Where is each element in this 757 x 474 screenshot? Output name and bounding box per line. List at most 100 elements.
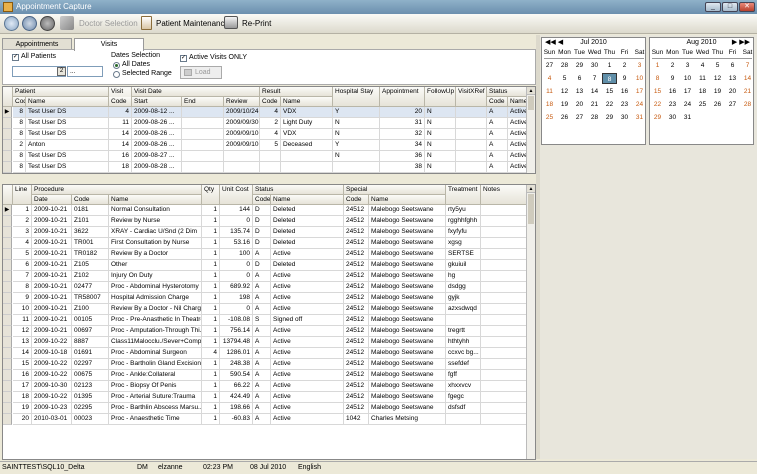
calendar-day[interactable]: 21 <box>587 99 602 110</box>
calendar-day[interactable]: 5 <box>557 73 572 84</box>
calendar-month[interactable]: Jul 2010 ◀◀ ◀ Sun Mon Tue Wed Thu Fri Sat 27 28 29 3… <box>541 37 646 145</box>
calendar-day[interactable]: 4 <box>695 60 710 71</box>
calendar-day[interactable]: 31 <box>632 112 647 123</box>
calendar-day[interactable]: 25 <box>695 99 710 110</box>
all-dates-radio[interactable] <box>113 62 120 69</box>
doctor-selection-button[interactable]: Doctor Selection <box>79 18 138 30</box>
calendar-day[interactable]: 7 <box>587 73 602 84</box>
row-indicator[interactable] <box>3 315 12 326</box>
tab-visits[interactable]: Visits <box>74 38 144 51</box>
calendar-day[interactable]: 15 <box>602 86 617 97</box>
calendar-day[interactable]: 18 <box>695 86 710 97</box>
calendar-day[interactable]: 12 <box>557 86 572 97</box>
calendar-day[interactable]: 31 <box>680 112 695 123</box>
calendar-day[interactable]: 20 <box>725 86 740 97</box>
row-indicator[interactable] <box>3 249 12 260</box>
row-indicator[interactable] <box>3 260 12 271</box>
calendar-day-outside[interactable]: 29 <box>572 60 587 71</box>
row-indicator[interactable]: ▶ <box>3 205 12 216</box>
row-indicator[interactable] <box>3 129 12 140</box>
patient-name-input[interactable]: ... <box>67 66 103 77</box>
reprint-button[interactable]: Re-Print <box>242 18 271 30</box>
maximize-button[interactable]: □ <box>722 2 738 12</box>
calendar-day[interactable]: 26 <box>710 99 725 110</box>
row-indicator[interactable] <box>3 348 12 359</box>
row-indicator[interactable] <box>3 293 12 304</box>
calendar-day-outside[interactable]: 30 <box>587 60 602 71</box>
calendar-day[interactable]: 25 <box>542 112 557 123</box>
row-indicator[interactable] <box>3 140 12 151</box>
row-indicator[interactable] <box>3 304 12 315</box>
calendar-day[interactable]: 23 <box>665 99 680 110</box>
calendar-day[interactable]: 10 <box>680 73 695 84</box>
patient-lookup-button[interactable]: 2 <box>57 67 66 76</box>
calendar-day-outside[interactable]: 28 <box>557 60 572 71</box>
calendar-day[interactable]: 24 <box>632 99 647 110</box>
calendar-day[interactable]: 30 <box>617 112 632 123</box>
back-icon[interactable] <box>4 16 19 31</box>
calendar-day[interactable]: 1 <box>650 60 665 71</box>
row-indicator[interactable] <box>3 414 12 425</box>
calendar-day[interactable]: 29 <box>602 112 617 123</box>
calendar-day[interactable]: 18 <box>542 99 557 110</box>
calendar-day[interactable]: 11 <box>542 86 557 97</box>
load-button[interactable]: Load <box>180 66 222 79</box>
calendar-day[interactable]: 15 <box>650 86 665 97</box>
selected-range-radio[interactable] <box>113 71 120 78</box>
calendar-day[interactable]: 29 <box>650 112 665 123</box>
calendar-day[interactable]: 17 <box>632 86 647 97</box>
calendar-day[interactable]: 14 <box>740 73 755 84</box>
calendar-day[interactable]: 30 <box>665 112 680 123</box>
calendar-day[interactable]: 16 <box>617 86 632 97</box>
row-indicator[interactable] <box>3 370 12 381</box>
procedures-scrollbar[interactable]: ▲ <box>526 185 535 459</box>
calendar-prev-icon[interactable]: ◀◀ ◀ <box>545 38 563 48</box>
calendar-day[interactable]: 13 <box>725 73 740 84</box>
calendar-day[interactable]: 24 <box>680 99 695 110</box>
minimize-button[interactable]: _ <box>705 2 721 12</box>
row-indicator[interactable] <box>3 216 12 227</box>
row-indicator[interactable] <box>3 392 12 403</box>
calendar-day[interactable]: 28 <box>740 99 755 110</box>
row-indicator[interactable] <box>3 118 12 129</box>
all-patients-checkbox[interactable]: ✓ <box>12 54 19 61</box>
calendar-day[interactable]: 6 <box>572 73 587 84</box>
calendar-day[interactable]: 22 <box>650 99 665 110</box>
calendar-day[interactable]: 3 <box>680 60 695 71</box>
row-indicator[interactable] <box>3 151 12 162</box>
calendar-day[interactable]: 2 <box>617 60 632 71</box>
row-indicator[interactable] <box>3 271 12 282</box>
patient-maintenance-button[interactable]: Patient Maintenance <box>156 18 229 30</box>
calendar-day[interactable]: 17 <box>680 86 695 97</box>
calendar-day[interactable]: 12 <box>710 73 725 84</box>
calendar-day[interactable]: 11 <box>695 73 710 84</box>
calendar-day[interactable]: 4 <box>542 73 557 84</box>
row-indicator[interactable] <box>3 282 12 293</box>
calendar-next-icon[interactable]: ▶ ▶▶ <box>732 38 750 48</box>
row-indicator[interactable] <box>3 238 12 249</box>
calendar-day[interactable]: 13 <box>572 86 587 97</box>
row-indicator[interactable]: ▶ <box>3 107 12 118</box>
calendar-day[interactable]: 27 <box>572 112 587 123</box>
row-indicator[interactable] <box>3 381 12 392</box>
calendar-day[interactable]: 27 <box>725 99 740 110</box>
calendar-day-outside[interactable]: 27 <box>542 60 557 71</box>
calendar-day[interactable]: 19 <box>710 86 725 97</box>
calendar-day[interactable]: 9 <box>665 73 680 84</box>
calendar-day[interactable]: 2 <box>665 60 680 71</box>
calendar-day[interactable]: 5 <box>710 60 725 71</box>
calendar-day[interactable]: 23 <box>617 99 632 110</box>
calendar-day[interactable]: 16 <box>665 86 680 97</box>
calendar-day[interactable]: 26 <box>557 112 572 123</box>
scroll-up-icon[interactable]: ▲ <box>527 87 535 95</box>
calendar-day[interactable]: 8 <box>602 73 617 84</box>
calendar-day[interactable]: 22 <box>602 99 617 110</box>
calendar-day[interactable]: 19 <box>557 99 572 110</box>
calendar-day[interactable]: 3 <box>632 60 647 71</box>
forward-icon[interactable] <box>22 16 37 31</box>
row-indicator[interactable] <box>3 162 12 173</box>
scroll-up-icon[interactable]: ▲ <box>527 185 535 193</box>
active-visits-checkbox[interactable]: ✓ <box>180 55 187 62</box>
calendar-day[interactable]: 14 <box>587 86 602 97</box>
stop-icon[interactable] <box>40 16 55 31</box>
